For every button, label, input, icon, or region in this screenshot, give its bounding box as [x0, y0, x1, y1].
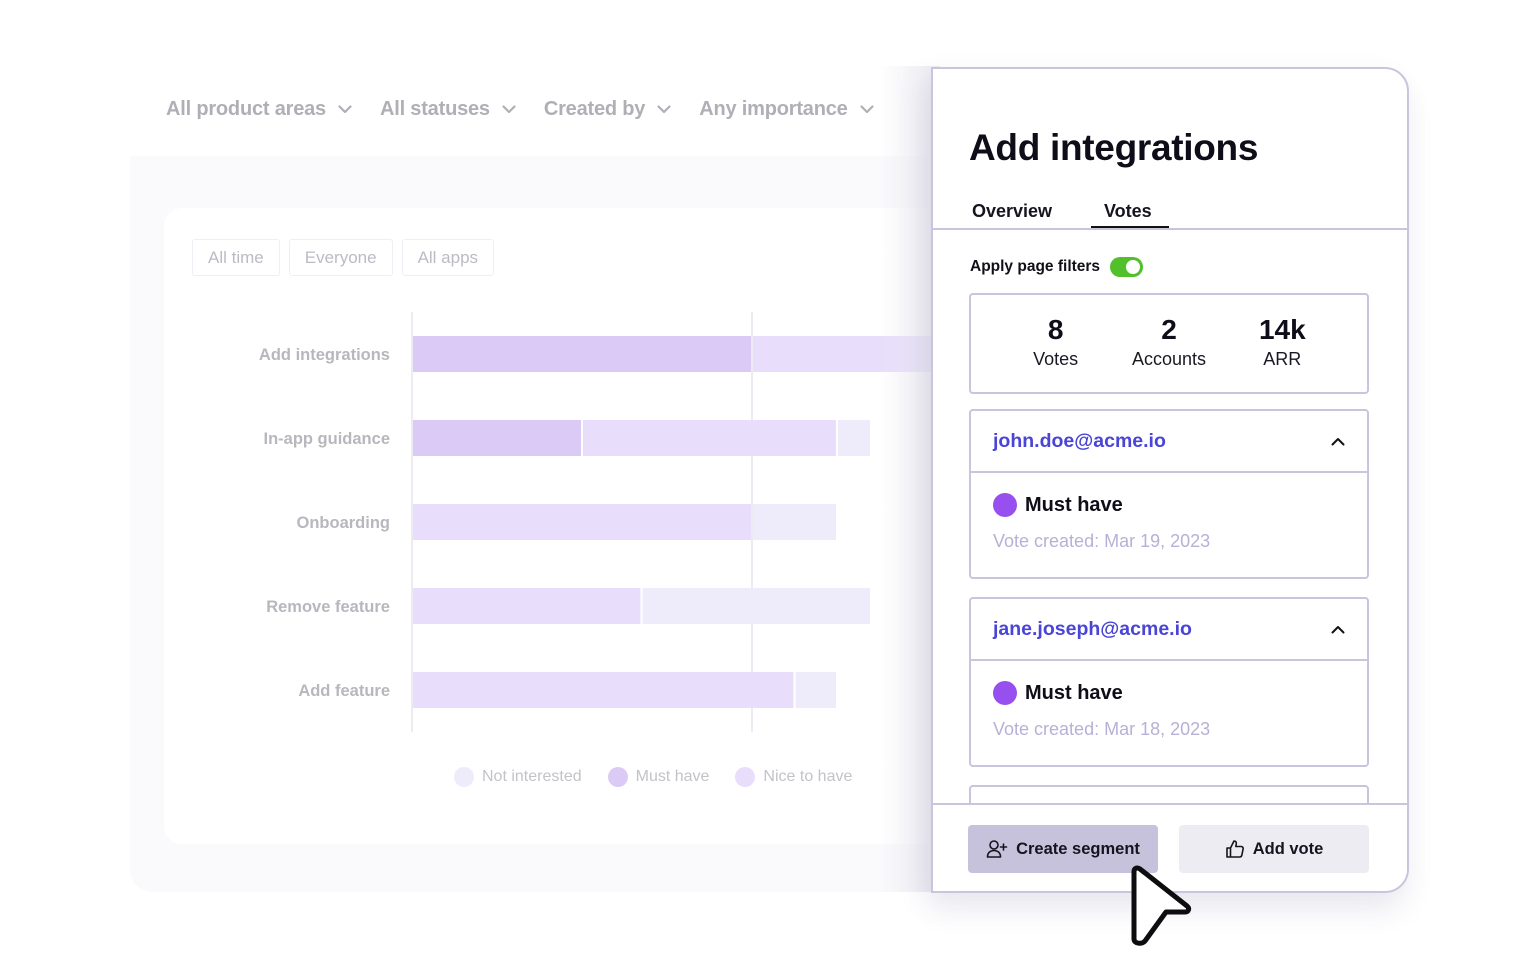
button-label: Create segment: [1016, 839, 1140, 858]
stat-accounts: 2 Accounts: [1114, 295, 1224, 392]
bar-segment-must-have[interactable]: [413, 336, 751, 372]
voter-email-link[interactable]: john.doe@acme.io: [993, 430, 1166, 453]
category-label: Add feature: [298, 682, 390, 700]
feature-detail-panel: Add integrations Overview Votes Apply pa…: [931, 67, 1409, 893]
vote-created-date: Vote created: Mar 18, 2023: [993, 719, 1211, 739]
panel-title: Add integrations: [969, 127, 1259, 168]
chart-legend: Not interested Must have Nice to have: [454, 767, 878, 787]
stat-arr: 14k ARR: [1227, 295, 1337, 392]
bar-segment-nice-to-have[interactable]: [413, 588, 641, 624]
chevron-up-icon[interactable]: [1331, 625, 1345, 634]
category-label: In-app guidance: [263, 430, 390, 448]
mouse-pointer-icon: [1131, 865, 1192, 946]
legend-swatch: [607, 767, 628, 787]
importance-label: Must have: [1025, 681, 1123, 704]
panel-tabs: Overview Votes: [933, 197, 1407, 230]
stat-value: 14k: [1258, 314, 1306, 345]
legend-must-have: Must have: [607, 767, 710, 787]
bar-segment-nice-to-have[interactable]: [583, 420, 836, 456]
bar-segment-not-interested[interactable]: [642, 588, 871, 624]
vote-created-date: Vote created: Mar 19, 2023: [993, 531, 1211, 551]
legend-nice-to-have: Nice to have: [735, 767, 852, 787]
legend-label: Must have: [635, 768, 710, 785]
tab-overview[interactable]: Overview: [972, 201, 1052, 222]
bar-segment-not-interested[interactable]: [795, 672, 837, 708]
button-label: Add vote: [1252, 839, 1324, 858]
vote-card: jane.joseph@acme.io Must have Vote creat…: [969, 597, 1369, 767]
apply-page-filters-row: Apply page filters: [970, 257, 1144, 277]
category-label: Onboarding: [297, 514, 391, 532]
stat-value: 2: [1161, 314, 1177, 345]
importance-row: Must have: [993, 493, 1345, 517]
add-user-icon: [986, 840, 1008, 858]
category-label: Remove feature: [266, 598, 390, 616]
legend-swatch: [735, 767, 756, 787]
bar-segment-nice-to-have[interactable]: [413, 504, 751, 540]
importance-row: Must have: [993, 681, 1345, 705]
vote-card-header[interactable]: john.doe@acme.io: [971, 411, 1367, 473]
chevron-up-icon[interactable]: [1331, 437, 1345, 446]
must-have-dot-icon: [993, 681, 1017, 705]
apply-page-filters-label: Apply page filters: [970, 258, 1101, 275]
vote-card-header[interactable]: jane.joseph@acme.io: [971, 599, 1367, 661]
bar-segment-not-interested[interactable]: [838, 420, 870, 456]
active-tab-indicator: [1091, 226, 1169, 228]
vote-card: john.doe@acme.io Must have Vote created:…: [969, 409, 1369, 579]
must-have-dot-icon: [993, 493, 1017, 517]
vote-card-body: Must have Vote created: Mar 18, 2023: [971, 661, 1367, 765]
bar-segment-nice-to-have[interactable]: [413, 672, 794, 708]
importance-label: Must have: [1025, 493, 1123, 516]
stat-label: Votes: [1033, 349, 1079, 369]
legend-label: Not interested: [482, 768, 582, 785]
voter-email-link[interactable]: jane.joseph@acme.io: [993, 618, 1192, 641]
vote-card-body: Must have Vote created: Mar 19, 2023: [971, 473, 1367, 577]
legend-not-interested: Not interested: [454, 767, 582, 787]
thumbs-up-icon: [1225, 840, 1244, 858]
vote-stats: 8 Votes 2 Accounts 14k ARR: [969, 293, 1369, 394]
apply-page-filters-toggle[interactable]: [1110, 257, 1144, 277]
tab-votes[interactable]: Votes: [1104, 201, 1152, 222]
category-label: Add integrations: [259, 346, 390, 364]
legend-label: Nice to have: [763, 768, 853, 785]
stat-label: Accounts: [1131, 349, 1206, 369]
votes-bar-chart: Add integrations In-app guidance Onboardin…: [259, 312, 940, 732]
legend-swatch: [454, 767, 474, 787]
stat-label: ARR: [1263, 349, 1302, 369]
bar-segment-not-interested[interactable]: [753, 504, 836, 540]
stat-votes: 8 Votes: [1001, 295, 1111, 392]
toggle-knob: [1126, 260, 1141, 274]
bar-segment-must-have[interactable]: [413, 420, 581, 456]
stat-value: 8: [1047, 314, 1064, 345]
add-vote-button[interactable]: Add vote: [1179, 825, 1369, 873]
